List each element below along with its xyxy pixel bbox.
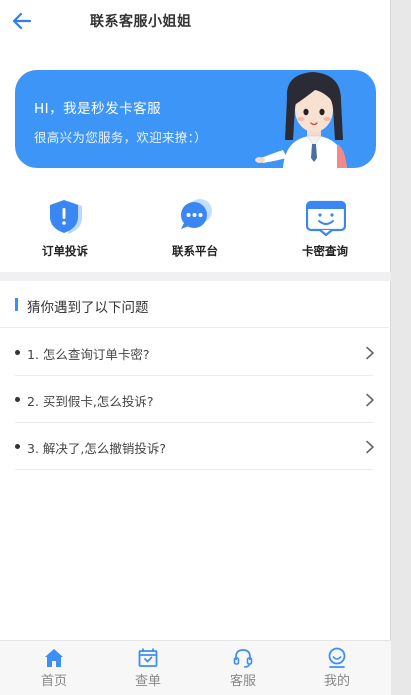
tab-orders[interactable]: 查单 [99,641,197,695]
faq-section-title: 猜你遇到了以下问题 [27,300,149,316]
faq-question: 2. 买到假卡,怎么投诉? [27,394,154,409]
faq-section-header: 猜你遇到了以下问题 [0,281,391,328]
bullet-dot [15,350,20,355]
tab-mine[interactable]: 我的 [288,641,386,695]
quick-action-label: 联系平台 [172,244,218,258]
faq-question: 1. 怎么查询订单卡密? [27,347,150,362]
message-box-smile-icon [306,200,346,236]
faq-item-1[interactable]: 1. 怎么查询订单卡密? [15,329,374,376]
quick-action-label: 订单投诉 [42,244,88,258]
section-accent-bar [15,298,18,311]
tab-label: 我的 [323,674,350,689]
tab-label: 首页 [40,674,67,689]
tab-service[interactable]: 客服 [194,641,292,695]
headset-icon [233,649,253,668]
quick-action-card-query[interactable]: 卡密查询 [270,192,380,266]
quick-actions: 订单投诉 联系平台 卡密查询 [0,192,391,266]
welcome-banner: HI，我是秒发卡客服 很高兴为您服务，欢迎来撩：） [15,70,376,168]
bottom-tab-bar: 首页 查单 客服 我的 [0,640,391,695]
faq-item-3[interactable]: 3. 解决了,怎么撤销投诉? [15,423,374,470]
tab-home[interactable]: 首页 [5,641,103,695]
bullet-dot [15,444,20,449]
faq-item-2[interactable]: 2. 买到假卡,怎么投诉? [15,376,374,423]
header: 联系客服小姐姐 [0,0,391,42]
home-icon [45,649,63,667]
chevron-right-icon [366,346,374,360]
back-arrow-icon[interactable] [10,9,34,33]
quick-action-contact-platform[interactable]: 联系平台 [140,192,250,266]
banner-greeting: HI，我是秒发卡客服 [34,101,162,117]
app-screen: 联系客服小姐姐 HI，我是秒发卡客服 很高兴为您服务，欢迎来撩：） 订单投诉 联… [0,0,391,695]
bullet-dot [15,397,20,402]
customer-service-girl-illustration [255,72,347,168]
quick-action-order-complaint[interactable]: 订单投诉 [10,192,120,266]
tab-label: 查单 [134,674,161,689]
chevron-right-icon [366,393,374,407]
chat-bubble-icon [181,199,212,229]
user-smile-icon [328,647,346,668]
page-title: 联系客服小姐姐 [90,14,192,30]
chevron-right-icon [366,440,374,454]
tab-label: 客服 [229,674,256,689]
quick-action-label: 卡密查询 [302,244,348,258]
order-box-icon [138,648,158,667]
banner-subtext: 很高兴为您服务，欢迎来撩：） [34,130,207,145]
shield-alert-icon [50,200,82,234]
faq-question: 3. 解决了,怎么撤销投诉? [27,441,167,456]
section-divider [0,272,391,281]
